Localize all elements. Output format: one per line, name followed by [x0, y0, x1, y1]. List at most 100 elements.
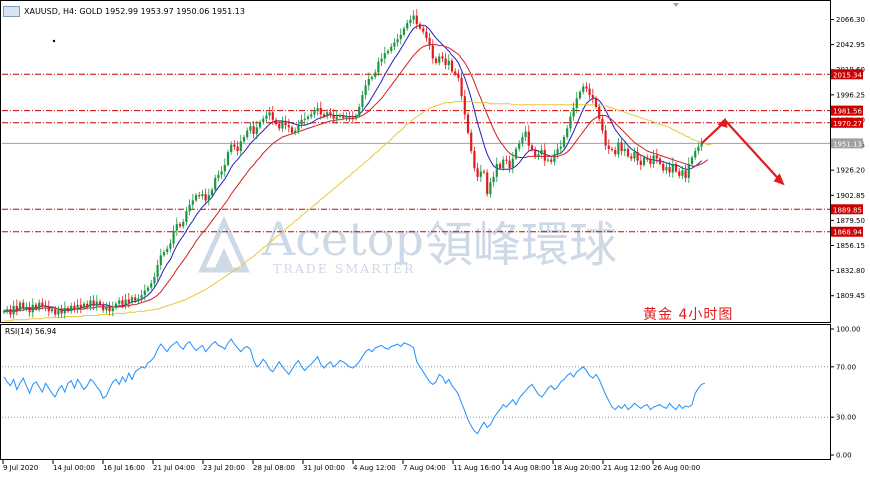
time-tick-label: 18 Aug 20:00: [553, 464, 600, 472]
candle-body: [310, 114, 313, 117]
candle-body: [562, 137, 566, 147]
candle-body: [271, 112, 274, 120]
candle-body: [620, 142, 623, 152]
candle-body: [370, 76, 374, 79]
candle-body: [207, 195, 210, 201]
chart-shift-marker[interactable]: [673, 3, 679, 7]
watermark-cn: 領峰環球: [425, 217, 617, 273]
candle-body: [18, 302, 22, 311]
candle-body: [374, 72, 377, 77]
chart-window-icon: [3, 6, 20, 17]
candle-body: [31, 304, 34, 313]
candle-body: [476, 168, 479, 177]
candle-body: [502, 159, 505, 169]
candle-body: [614, 149, 617, 155]
forecast-arrow: [700, 117, 785, 186]
watermark-tagline: TRADE SMARTER: [273, 261, 415, 276]
candle-body: [399, 34, 402, 40]
candle-body: [306, 116, 310, 119]
candle-body: [505, 159, 508, 161]
candle-body: [361, 95, 364, 107]
candle-body: [697, 146, 700, 152]
candle-body: [393, 42, 396, 47]
candle-body: [415, 15, 418, 25]
candle-body: [329, 112, 332, 115]
price-chart[interactable]: Acetop 領峰環球 TRADE SMARTER 2066.30 2042.95…: [0, 0, 870, 477]
level-tag-label: 1868.94: [833, 229, 862, 237]
candle-body: [652, 155, 655, 164]
candle-body: [556, 148, 559, 155]
candle-body: [383, 53, 386, 59]
price-tick-label: 1902.85: [836, 192, 865, 200]
rsi-line: [3, 338, 705, 435]
moving-averages: [3, 24, 712, 322]
candle-body: [380, 58, 383, 62]
candle-body: [431, 45, 434, 59]
symbol-line: XAUUSD, H4: GOLD 1952.99 1953.97 1950.06…: [24, 7, 245, 16]
candle-body: [508, 160, 511, 169]
candle-body: [76, 304, 79, 310]
candle-body: [73, 305, 76, 310]
candle-body: [406, 23, 409, 29]
candle-body: [671, 163, 674, 173]
candle-body: [34, 304, 38, 310]
candle-body: [246, 130, 249, 138]
candle-body: [486, 172, 489, 195]
time-tick-label: 31 Jul 00:00: [303, 464, 345, 472]
rsi-levels: [2, 366, 830, 418]
candle-body: [274, 119, 278, 125]
candle-body: [44, 305, 47, 307]
candle-body: [662, 163, 665, 171]
candle-body: [463, 96, 466, 115]
candle-body: [92, 300, 95, 306]
candle-body: [262, 118, 265, 122]
candle-body: [2, 311, 6, 313]
candle-body: [550, 159, 553, 162]
candle-body: [434, 58, 438, 63]
time-axis: 9 Jul 2020 14 Jul 00:00 16 Jul 16:00 21 Jul…: [2, 460, 700, 472]
price-tick-label: 1879.50: [836, 217, 865, 225]
candle-body: [466, 114, 470, 133]
rsi-tick-label: 0.00: [836, 452, 852, 460]
candle-body: [194, 195, 198, 201]
candle-body: [674, 163, 678, 172]
rsi-tick-label: 100.00: [836, 326, 861, 334]
candle-body: [79, 304, 82, 309]
candle-body: [143, 290, 146, 296]
candle-body: [239, 141, 242, 152]
candle-body: [358, 106, 361, 116]
candle-body: [297, 124, 300, 131]
candle-body: [402, 28, 406, 35]
candle-body: [678, 171, 681, 176]
candle-body: [377, 61, 380, 73]
candle-body: [249, 126, 252, 131]
candle-body: [130, 297, 134, 303]
candle-body: [338, 115, 342, 117]
candle-body: [524, 131, 527, 138]
candle-body: [390, 46, 393, 52]
candle-body: [236, 146, 239, 152]
candle-body: [345, 116, 348, 118]
candle-body: [546, 159, 550, 161]
candle-body: [204, 194, 207, 201]
candle-body: [412, 15, 415, 20]
candle-body: [22, 302, 25, 309]
rsi-axis: 100.00 70.00 30.00 0.00: [830, 326, 861, 460]
level-tag-label: 1970.27: [833, 120, 862, 128]
candle-body: [82, 303, 86, 309]
candle-body: [162, 252, 166, 256]
price-tick-label: 1856.15: [836, 242, 865, 250]
candle-body: [182, 221, 185, 227]
candle-body: [514, 148, 518, 159]
candle-body: [438, 56, 441, 63]
candle-body: [521, 137, 524, 144]
time-tick-label: 14 Aug 08:00: [503, 464, 550, 472]
candle-body: [527, 131, 530, 146]
candle-body: [111, 308, 114, 312]
candle-body: [114, 303, 118, 309]
candle-body: [354, 115, 358, 119]
candle-body: [86, 303, 89, 307]
time-tick-label: 23 Jul 20:00: [203, 464, 245, 472]
candle-body: [422, 28, 425, 32]
candle-body: [255, 127, 258, 134]
